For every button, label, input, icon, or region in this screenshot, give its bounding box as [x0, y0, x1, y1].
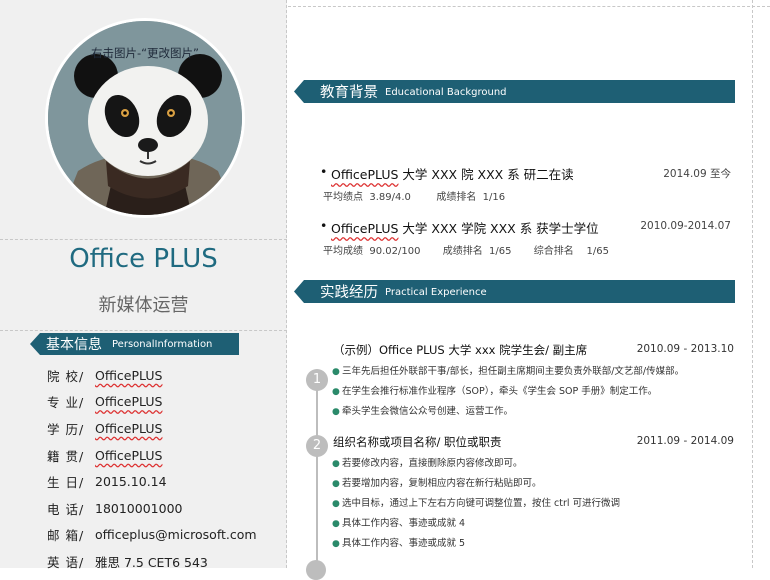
list-item: ● 具体工作内容、事迹或成就 5 — [332, 534, 742, 554]
list-item: ● 三年先后担任外联部干事/部长，担任副主席期间主要负责外联部/文艺部/传媒部。 — [332, 362, 742, 382]
info-row-birthday: 生 日/ 2015.10.14 — [47, 468, 282, 495]
info-label: 学 历/ — [47, 421, 85, 437]
list-item: ● 具体工作内容、事迹或成就 4 — [332, 514, 742, 534]
page-edge — [288, 0, 770, 7]
info-value[interactable]: 2015.10.14 — [95, 474, 167, 489]
list-item: ● 牵头学生会微信公众号创建、运营工作。 — [332, 402, 742, 422]
info-label: 邮 箱/ — [47, 528, 85, 544]
info-row-email: 邮 箱/ officeplus@microsoft.com — [47, 522, 282, 549]
heading-cn: 教育背景 — [320, 85, 378, 101]
education-heading: 教育背景 Educational Background — [294, 80, 735, 103]
education-details: 平均成绩 90.02/100 成绩排名 1/65 综合排名 1/65 — [323, 246, 609, 257]
bullet-icon: ● — [332, 407, 340, 417]
profile-photo[interactable]: 右击图片-“更改图片” — [45, 18, 245, 218]
page-edge — [752, 0, 754, 568]
timeline-marker: 2 — [306, 435, 328, 457]
personal-info-heading: 基本信息 PersonalInformation — [30, 333, 239, 355]
divider — [0, 239, 287, 241]
info-label: 电 话/ — [47, 501, 85, 517]
school-brand: OfficePLUS — [331, 221, 399, 236]
candidate-title: 新媒体运营 — [98, 295, 189, 316]
experience-bullets: ● 三年先后担任外联部干事/部长，担任副主席期间主要负责外联部/文艺部/传媒部。 … — [332, 362, 742, 422]
experience-title: 组织名称或项目名称/ 职位或职责 — [333, 435, 502, 449]
bullet-icon: ● — [332, 459, 340, 469]
school-brand: OfficePLUS — [331, 167, 399, 182]
school-detail: 大学 XXX 院 XXX 系 研二在读 — [398, 167, 574, 182]
school-detail: 大学 XXX 学院 XXX 系 获学士学位 — [398, 221, 599, 236]
info-value[interactable]: 18010001000 — [95, 501, 182, 516]
info-row-hometown: 籍 贯/ OfficePLUS — [47, 442, 282, 469]
heading-en: Practical Experience — [385, 287, 487, 298]
info-value[interactable]: officeplus@microsoft.com — [95, 527, 257, 542]
experience-bullets: ● 若要修改内容，直接删除原内容修改即可。 ● 若要增加内容，复制相应内容在新行粘贴… — [332, 454, 742, 554]
info-label: 专 业/ — [47, 395, 85, 411]
experience-title-row: （示例）Office PLUS 大学 xxx 院学生会/ 副主席 2010.09… — [333, 342, 734, 358]
list-item: ● 选中目标，通过上下左右方向键可调整位置，按住 ctrl 可进行微调 — [332, 494, 742, 514]
experience-title-row: 组织名称或项目名称/ 职位或职责 2011.09 - 2014.09 — [333, 434, 734, 450]
info-row-school: 院 校/ OfficePLUS — [47, 362, 282, 389]
education-details: 平均绩点 3.89/4.0 成绩排名 1/16 — [323, 192, 506, 203]
info-label: 院 校/ — [47, 368, 85, 384]
candidate-name: Office PLUS — [69, 244, 218, 274]
school-name: OfficePLUS 大学 XXX 院 XXX 系 研二在读 — [331, 164, 574, 183]
experience-date: 2011.09 - 2014.09 — [636, 435, 734, 447]
info-label: 生 日/ — [47, 475, 85, 491]
list-item: ● 若要增加内容，复制相应内容在新行粘贴即可。 — [332, 474, 742, 494]
education-item: • OfficePLUS 大学 XXX 学院 XXX 系 获学士学位 2010.… — [320, 218, 731, 257]
timeline-marker: 1 — [306, 369, 328, 391]
timeline-line — [316, 372, 318, 568]
info-label: 英 语/ — [47, 554, 85, 570]
avatar-hint: 右击图片-“更改图片” — [90, 46, 200, 60]
list-item: ● 若要修改内容，直接删除原内容修改即可。 — [332, 454, 742, 474]
bullet: • — [320, 164, 328, 179]
timeline-end-marker — [306, 560, 326, 580]
experience-heading: 实践经历 Practical Experience — [294, 280, 735, 303]
info-value[interactable]: 雅思 7.5 CET6 543 — [95, 552, 208, 571]
info-value[interactable]: OfficePLUS — [95, 448, 162, 463]
experience-title: （示例）Office PLUS 大学 xxx 院学生会/ 副主席 — [333, 343, 588, 357]
info-row-phone: 电 话/ 18010001000 — [47, 495, 282, 522]
info-value[interactable]: OfficePLUS — [95, 368, 162, 383]
bullet-icon: ● — [332, 387, 340, 397]
info-value[interactable]: OfficePLUS — [95, 421, 162, 436]
bullet-icon: ● — [332, 479, 340, 489]
education-item: • OfficePLUS 大学 XXX 院 XXX 系 研二在读 2014.09… — [320, 164, 731, 203]
education-date: 2010.09-2014.07 — [640, 220, 731, 232]
heading-en: Educational Background — [385, 87, 507, 98]
list-item: ● 在学生会推行标准作业程序（SOP），牵头《学生会 SOP 手册》制定工作。 — [332, 382, 742, 402]
sidebar: 右击图片-“更改图片” Office PLUS 新媒体运营 基本信息 Perso… — [0, 0, 287, 570]
bullet-icon: ● — [332, 519, 340, 529]
personal-info-list: 院 校/ OfficePLUS 专 业/ OfficePLUS 学 历/ Off… — [47, 362, 282, 575]
school-name: OfficePLUS 大学 XXX 学院 XXX 系 获学士学位 — [331, 218, 599, 237]
heading-cn: 实践经历 — [320, 285, 378, 301]
experience-date: 2010.09 - 2013.10 — [636, 343, 734, 355]
info-value[interactable]: OfficePLUS — [95, 394, 162, 409]
bullet-icon: ● — [332, 499, 340, 509]
divider — [0, 330, 287, 332]
bullet: • — [320, 218, 328, 233]
info-row-degree: 学 历/ OfficePLUS — [47, 415, 282, 442]
education-date: 2014.09 至今 — [663, 168, 731, 180]
bullet-icon: ● — [332, 539, 340, 549]
info-row-english: 英 语/ 雅思 7.5 CET6 543 — [47, 548, 282, 575]
heading-cn: 基本信息 — [46, 337, 102, 353]
bullet-icon: ● — [332, 367, 340, 377]
info-row-major: 专 业/ OfficePLUS — [47, 389, 282, 416]
heading-en: PersonalInformation — [112, 339, 213, 350]
info-label: 籍 贯/ — [47, 448, 85, 464]
